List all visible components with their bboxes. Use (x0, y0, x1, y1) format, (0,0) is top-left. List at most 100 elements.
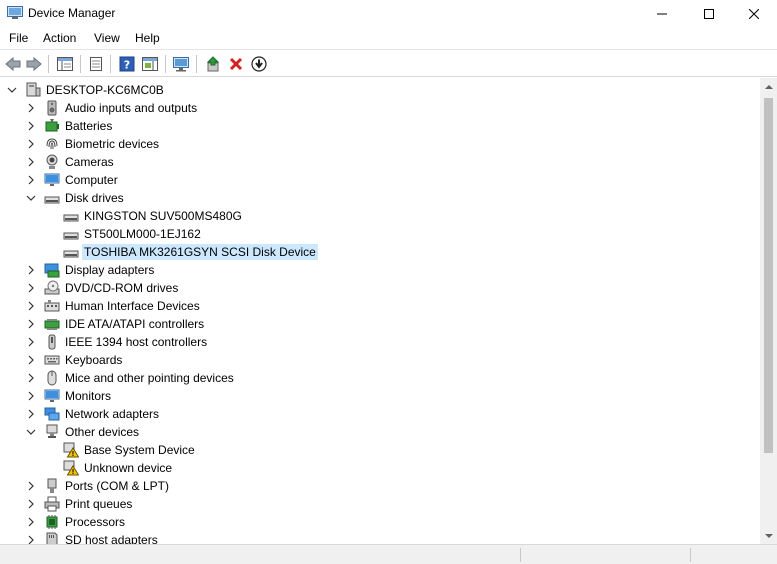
tree-category[interactable]: Display adapters (25, 261, 156, 279)
tree-item-label: TOSHIBA MK3261GSYN SCSI Disk Device (82, 244, 318, 260)
chevron-right-icon[interactable] (25, 354, 37, 366)
battery-icon (44, 118, 60, 134)
tree-category[interactable]: Cameras (25, 153, 116, 171)
tree-category[interactable]: Computer (25, 171, 120, 189)
tree-category[interactable]: DVD/CD-ROM drives (25, 279, 180, 297)
tree-category[interactable]: Disk drives (25, 189, 126, 207)
tree-category[interactable]: IEEE 1394 host controllers (25, 333, 209, 351)
tree-item-label: Processors (65, 515, 126, 529)
tree-category[interactable]: Human Interface Devices (25, 297, 202, 315)
tree-category[interactable]: Ports (COM & LPT) (25, 477, 171, 495)
warning-device-icon (63, 442, 79, 458)
chevron-down-icon[interactable] (6, 84, 18, 96)
minimize-button[interactable] (639, 0, 685, 28)
chevron-right-icon[interactable] (25, 264, 37, 276)
chevron-right-icon[interactable] (25, 498, 37, 510)
ide-controller-icon (44, 316, 60, 332)
tree-item-label: DVD/CD-ROM drives (65, 281, 179, 295)
status-segment (690, 548, 691, 562)
tree-item-label: Other devices (65, 425, 140, 439)
toolbar-separator (80, 55, 81, 73)
tree-category[interactable]: Other devices (25, 423, 141, 441)
tree-device[interactable]: ST500LM000-1EJ162 (44, 225, 203, 243)
tree-root[interactable]: DESKTOP-KC6MC0B (6, 81, 166, 99)
chevron-right-icon[interactable] (25, 336, 37, 348)
update-driver-icon[interactable] (203, 54, 223, 74)
maximize-button[interactable] (686, 0, 732, 28)
menu-file[interactable]: File (9, 31, 28, 45)
toolbar: ? (0, 49, 777, 77)
uninstall-device-icon[interactable] (226, 54, 246, 74)
close-button[interactable] (731, 0, 777, 28)
tree-category[interactable]: Monitors (25, 387, 113, 405)
warning-device-icon (63, 460, 79, 476)
display-adapter-icon (44, 262, 60, 278)
chevron-right-icon[interactable] (25, 300, 37, 312)
tree-item-label: Mice and other pointing devices (65, 371, 234, 385)
chevron-right-icon[interactable] (25, 372, 37, 384)
scrollbar-thumb[interactable] (764, 98, 773, 453)
tree-item-label: SD host adapters (65, 533, 158, 544)
tree-category[interactable]: Keyboards (25, 351, 124, 369)
tree-device[interactable]: KINGSTON SUV500MS480G (44, 207, 244, 225)
chevron-right-icon[interactable] (25, 408, 37, 420)
chevron-right-icon[interactable] (25, 390, 37, 402)
tree-category[interactable]: Batteries (25, 117, 114, 135)
tree-item-label: Human Interface Devices (65, 299, 200, 313)
chevron-right-icon[interactable] (25, 102, 37, 114)
status-bar (0, 544, 777, 564)
vertical-scrollbar[interactable] (760, 78, 777, 544)
tree-item-label: Keyboards (65, 353, 123, 367)
scroll-down-arrow[interactable] (760, 527, 777, 544)
chevron-right-icon[interactable] (25, 138, 37, 150)
fingerprint-icon (44, 136, 60, 152)
tree-item-label: ST500LM000-1EJ162 (84, 227, 201, 241)
forward-arrow-icon[interactable] (24, 54, 44, 74)
tree-device[interactable]: Base System Device (44, 441, 197, 459)
disk-drive-icon (63, 226, 79, 242)
tree-item-label: Base System Device (84, 443, 195, 457)
tree-device[interactable]: Unknown device (44, 459, 174, 477)
tree-category[interactable]: SD host adapters (25, 531, 160, 544)
chevron-right-icon[interactable] (25, 534, 37, 544)
tree-category[interactable]: Audio inputs and outputs (25, 99, 199, 117)
tree-category[interactable]: Print queues (25, 495, 134, 513)
chevron-right-icon[interactable] (25, 156, 37, 168)
tree-item-label: Cameras (65, 155, 114, 169)
help-icon[interactable]: ? (117, 54, 137, 74)
show-hide-console-tree-icon[interactable] (55, 54, 75, 74)
tree-category[interactable]: IDE ATA/ATAPI controllers (25, 315, 206, 333)
mouse-icon (44, 370, 60, 386)
tree-category[interactable]: Processors (25, 513, 127, 531)
menu-view[interactable]: View (94, 31, 120, 45)
title-bar: Device Manager (0, 0, 777, 28)
device-manager-icon (7, 6, 23, 20)
disable-device-icon[interactable] (249, 54, 269, 74)
chevron-right-icon[interactable] (25, 480, 37, 492)
tree-category[interactable]: Network adapters (25, 405, 161, 423)
menu-help[interactable]: Help (135, 31, 160, 45)
toolbar-separator (110, 55, 111, 73)
chevron-right-icon[interactable] (25, 282, 37, 294)
properties-icon[interactable] (86, 54, 106, 74)
scan-hardware-icon[interactable] (171, 54, 191, 74)
tree-device[interactable]: TOSHIBA MK3261GSYN SCSI Disk Device (44, 243, 318, 261)
scroll-up-arrow[interactable] (760, 78, 777, 95)
chevron-right-icon[interactable] (25, 318, 37, 330)
chevron-right-icon[interactable] (25, 516, 37, 528)
device-tree: DESKTOP-KC6MC0B Audio inputs and outputs… (0, 78, 760, 544)
back-arrow-icon[interactable] (3, 54, 23, 74)
toolbar-separator (196, 55, 197, 73)
chevron-right-icon[interactable] (25, 174, 37, 186)
computer-icon (25, 82, 41, 98)
action-pane-icon[interactable] (140, 54, 160, 74)
svg-text:?: ? (124, 59, 130, 72)
chevron-down-icon[interactable] (25, 192, 37, 204)
menu-action[interactable]: Action (43, 31, 76, 45)
tree-category[interactable]: Biometric devices (25, 135, 161, 153)
chevron-right-icon[interactable] (25, 120, 37, 132)
chevron-down-icon[interactable] (25, 426, 37, 438)
tree-category[interactable]: Mice and other pointing devices (25, 369, 236, 387)
